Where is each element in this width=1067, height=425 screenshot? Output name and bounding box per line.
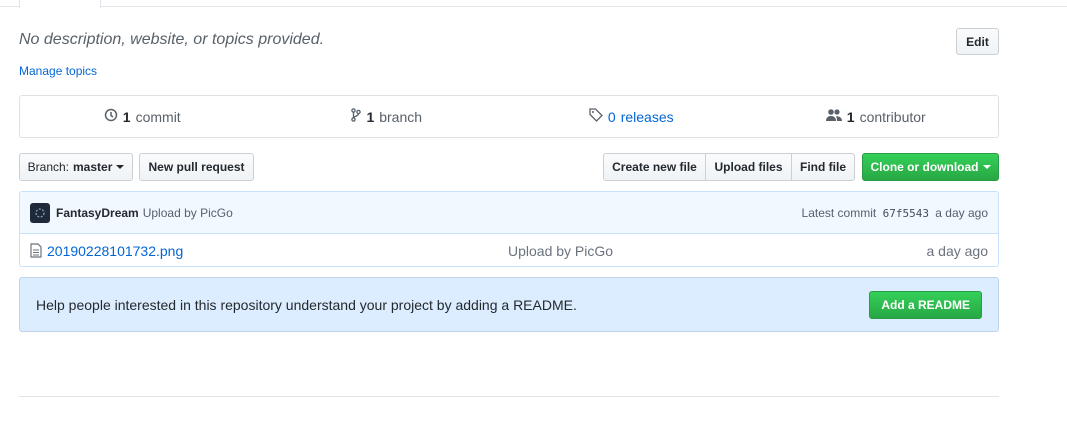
- repo-nav-border: [0, 0, 1067, 7]
- latest-commit-bar: FantasyDream Upload by PicGo Latest comm…: [20, 192, 998, 234]
- repo-summary: 1 commit 1 branch 0 releases 1 contribut…: [19, 95, 999, 138]
- clone-or-download-button[interactable]: Clone or download: [862, 153, 999, 181]
- file-list: FantasyDream Upload by PicGo Latest comm…: [19, 191, 999, 267]
- readme-prompt: Help people interested in this repositor…: [19, 277, 999, 332]
- releases-stat[interactable]: 0 releases: [509, 96, 754, 137]
- contributors-label: contributor: [859, 108, 926, 125]
- branches-label: branch: [379, 108, 423, 125]
- branch-prefix: Branch:: [27, 160, 69, 174]
- branch-value: master: [73, 160, 113, 174]
- contributors-stat[interactable]: 1 contributor: [754, 96, 999, 137]
- create-new-file-button[interactable]: Create new file: [603, 153, 706, 181]
- commits-label: commit: [135, 108, 181, 125]
- clone-label: Clone or download: [870, 160, 979, 174]
- branch-select-button[interactable]: Branch: master: [19, 153, 133, 181]
- file-commit-message[interactable]: Upload by PicGo: [508, 243, 613, 259]
- divider: [19, 396, 999, 397]
- avatar[interactable]: [30, 202, 50, 223]
- caret-down-icon: [982, 165, 991, 169]
- commit-age: a day ago: [935, 205, 988, 220]
- history-icon: [104, 108, 118, 125]
- caret-down-icon: [116, 165, 125, 169]
- file-icon: [30, 243, 42, 258]
- manage-topics-link[interactable]: Manage topics: [19, 64, 97, 78]
- branches-count: 1: [366, 108, 375, 125]
- upload-files-button[interactable]: Upload files: [705, 153, 792, 181]
- people-icon: [825, 108, 842, 125]
- add-readme-button[interactable]: Add a README: [869, 290, 982, 319]
- readme-prompt-message: Help people interested in this repositor…: [36, 296, 577, 313]
- edit-button[interactable]: Edit: [956, 28, 999, 55]
- branch-icon: [351, 108, 362, 125]
- new-pull-request-button[interactable]: New pull request: [139, 153, 254, 181]
- commits-stat[interactable]: 1 commit: [20, 96, 265, 137]
- branches-stat[interactable]: 1 branch: [265, 96, 510, 137]
- commit-sha[interactable]: 67f5543: [883, 207, 929, 220]
- file-row: 20190228101732.png Upload by PicGo a day…: [20, 234, 998, 266]
- file-age: a day ago: [926, 242, 989, 259]
- commit-author[interactable]: FantasyDream: [56, 206, 139, 220]
- commit-message[interactable]: Upload by PicGo: [143, 206, 233, 220]
- tag-icon: [589, 108, 603, 125]
- repo-description: No description, website, or topics provi…: [19, 31, 325, 48]
- file-name-link[interactable]: 20190228101732.png: [47, 243, 183, 259]
- find-file-button[interactable]: Find file: [791, 153, 855, 181]
- latest-commit-info: Latest commit 67f5543 a day ago: [802, 206, 988, 220]
- latest-commit-prefix: Latest commit: [801, 205, 877, 220]
- releases-count: 0: [607, 108, 616, 125]
- commits-count: 1: [122, 108, 131, 125]
- tab-code[interactable]: [19, 0, 101, 8]
- contributors-count: 1: [846, 108, 855, 125]
- releases-label: releases: [620, 108, 674, 125]
